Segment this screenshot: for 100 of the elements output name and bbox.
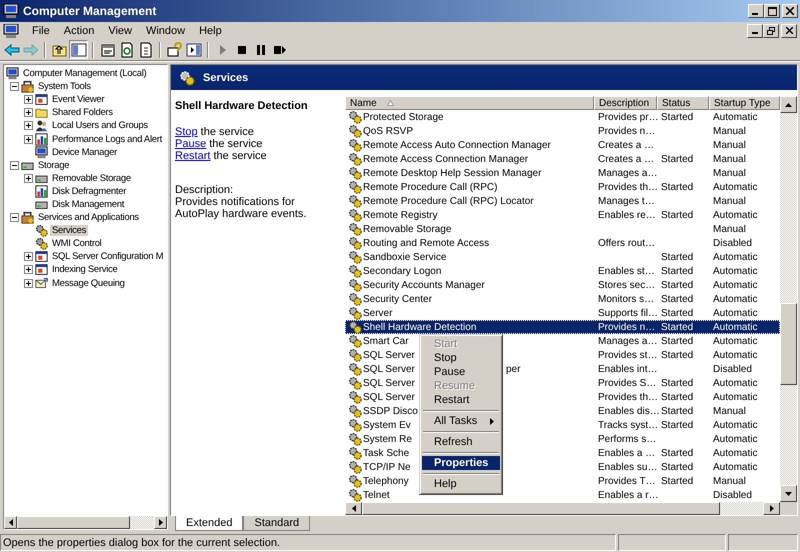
scroll-up-button[interactable] xyxy=(780,96,797,113)
tree-item[interactable]: Device Manager xyxy=(50,146,119,158)
service-name[interactable]: Remote Access Auto Connection Manager xyxy=(363,140,551,150)
tree-item[interactable]: Indexing Service xyxy=(50,264,120,276)
menu-item[interactable]: View xyxy=(101,22,139,39)
expander-icon[interactable] xyxy=(10,213,19,222)
service-name[interactable]: Remote Desktop Help Session Manager xyxy=(363,168,542,178)
service-name[interactable]: Security Accounts Manager xyxy=(363,280,485,290)
service-name[interactable]: Sandboxie Service xyxy=(363,252,446,262)
service-name[interactable]: Task Sche xyxy=(363,448,410,458)
tree-item[interactable]: Disk Management xyxy=(50,198,126,210)
expander-icon[interactable] xyxy=(10,82,19,92)
tree-item[interactable]: Computer Management (Local) xyxy=(21,68,148,80)
tree-item[interactable]: SQL Server Configuration M xyxy=(50,251,166,262)
service-name[interactable]: Shell Hardware Detection xyxy=(363,322,476,332)
menu-item[interactable]: Action xyxy=(56,22,102,39)
minimize-button[interactable] xyxy=(748,4,764,18)
tree-item[interactable]: Removable Storage xyxy=(50,172,133,184)
tree-item[interactable]: Services xyxy=(50,225,88,236)
menu-item[interactable]: Window xyxy=(138,22,192,39)
service-name[interactable]: Telephony xyxy=(363,476,409,486)
vertical-scrollbar[interactable] xyxy=(780,96,797,502)
close-button[interactable] xyxy=(781,24,797,38)
service-name[interactable]: Secondary Logon xyxy=(363,266,442,276)
tree-item[interactable]: Local Users and Groups xyxy=(50,120,150,132)
minimize-button[interactable] xyxy=(747,24,763,38)
expander-icon[interactable] xyxy=(24,174,33,183)
scroll-right-button[interactable] xyxy=(763,502,780,515)
service-name[interactable]: Remote Procedure Call (RPC) Locator xyxy=(363,196,534,206)
scroll-thumb[interactable] xyxy=(780,303,797,385)
expander-icon[interactable] xyxy=(24,121,33,130)
view-tab[interactable]: Standard xyxy=(243,516,310,531)
toolbar-button[interactable] xyxy=(69,40,88,59)
menu-item[interactable]: Help xyxy=(422,477,500,491)
service-name[interactable]: SQL Server xyxy=(363,364,415,374)
window-icon xyxy=(35,93,48,106)
column-header[interactable]: Status xyxy=(657,96,709,110)
maximize-button[interactable] xyxy=(764,4,780,18)
horizontal-scrollbar[interactable] xyxy=(4,516,167,529)
expander-icon[interactable] xyxy=(24,265,33,274)
menu-item[interactable]: Pause xyxy=(422,365,500,379)
tree-item[interactable]: System Tools xyxy=(36,81,93,92)
service-name[interactable]: Security Center xyxy=(363,294,432,304)
horizontal-scrollbar[interactable] xyxy=(345,502,780,515)
service-name[interactable]: SQL Server xyxy=(363,392,415,402)
service-name[interactable]: SSDP Disco xyxy=(363,406,418,416)
service-name[interactable]: Server xyxy=(363,308,392,318)
tree-item[interactable]: WMI Control xyxy=(50,238,104,250)
service-name[interactable]: Remote Procedure Call (RPC) xyxy=(363,182,498,192)
tree-item[interactable]: Message Queuing xyxy=(50,278,127,289)
menu-item[interactable]: Refresh xyxy=(422,435,500,449)
action-link[interactable]: Pause xyxy=(175,138,206,150)
menu-item[interactable]: Help xyxy=(192,22,229,39)
scroll-down-button[interactable] xyxy=(780,485,797,502)
service-name[interactable]: System Ev xyxy=(363,420,411,430)
menu-item[interactable]: All Tasks xyxy=(422,414,500,428)
menu-item[interactable]: Stop xyxy=(422,351,500,365)
tree-item[interactable]: Shared Folders xyxy=(50,107,115,118)
restore-button[interactable] xyxy=(763,24,779,38)
tree-item[interactable]: Performance Logs and Alert xyxy=(50,134,164,145)
service-name[interactable]: Routing and Remote Access xyxy=(363,238,490,248)
service-name[interactable]: QoS RSVP xyxy=(363,126,414,136)
toolbar-button[interactable] xyxy=(165,40,184,59)
column-header[interactable]: Startup Type xyxy=(709,96,780,110)
service-name[interactable]: SQL Server xyxy=(363,378,415,388)
scroll-thumb[interactable] xyxy=(17,516,130,529)
scroll-right-button[interactable] xyxy=(154,516,167,529)
tree-item[interactable]: Disk Defragmenter xyxy=(50,186,128,197)
menu-item[interactable]: Restart xyxy=(422,393,500,407)
scroll-left-button[interactable] xyxy=(4,516,17,529)
column-header[interactable]: Name xyxy=(345,96,594,110)
scroll-left-button[interactable] xyxy=(345,502,362,515)
tree-item[interactable]: Storage xyxy=(36,160,72,171)
tree-item[interactable]: Services and Applications xyxy=(36,212,141,224)
service-name[interactable]: Telnet xyxy=(363,490,390,500)
service-name[interactable]: System Re xyxy=(363,434,412,444)
expander-icon[interactable] xyxy=(24,134,33,144)
action-link[interactable]: Stop xyxy=(175,126,198,138)
expander-icon[interactable] xyxy=(24,252,33,262)
expander-icon[interactable] xyxy=(24,278,33,288)
service-name[interactable]: SQL Server xyxy=(363,350,415,360)
scroll-thumb[interactable] xyxy=(362,502,720,515)
tree-item[interactable]: Event Viewer xyxy=(50,94,106,106)
column-header[interactable]: Description xyxy=(594,96,657,110)
close-button[interactable] xyxy=(782,4,798,18)
service-name[interactable]: Remote Access Connection Manager xyxy=(363,154,528,164)
expander-icon[interactable] xyxy=(10,160,19,170)
description-cell: Monitors s… xyxy=(598,294,654,304)
service-name[interactable]: Removable Storage xyxy=(363,224,452,234)
service-name[interactable]: TCP/IP Ne xyxy=(363,462,411,472)
expander-icon[interactable] xyxy=(24,95,33,104)
service-name[interactable]: Protected Storage xyxy=(363,112,444,122)
action-link[interactable]: Restart xyxy=(175,150,210,162)
description-cell: Provides n… xyxy=(598,126,656,136)
view-tab[interactable]: Extended xyxy=(175,516,244,531)
menu-item[interactable]: Properties xyxy=(422,456,500,470)
service-name[interactable]: Remote Registry xyxy=(363,210,438,220)
expander-icon[interactable] xyxy=(24,108,33,118)
service-name[interactable]: Smart Car xyxy=(363,336,409,346)
menu-item[interactable]: File xyxy=(25,22,57,39)
